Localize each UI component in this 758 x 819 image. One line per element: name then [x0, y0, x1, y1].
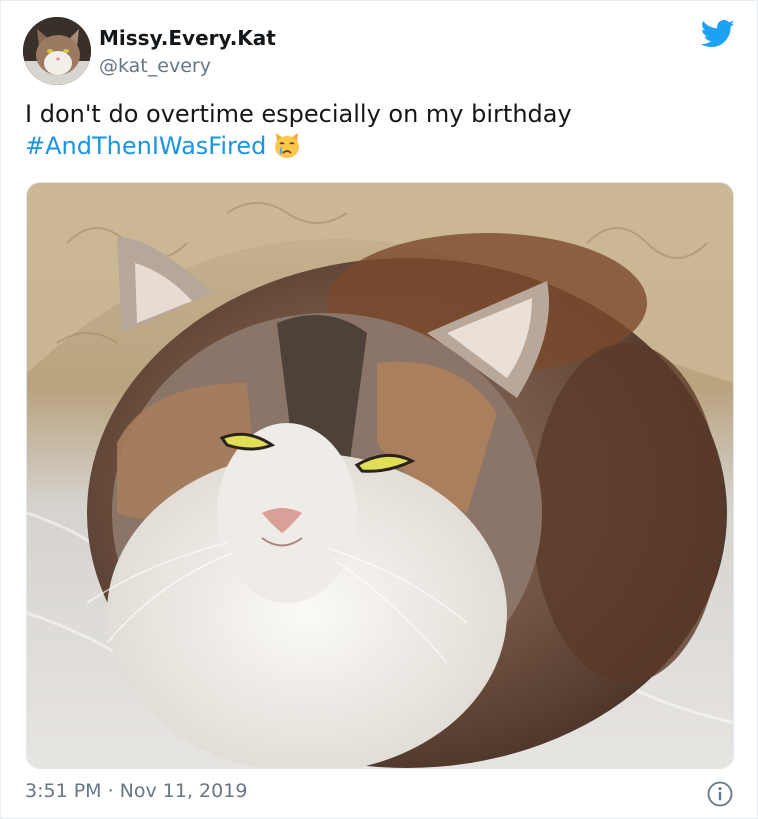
- user-display-name[interactable]: Missy.Every.Kat: [99, 26, 276, 50]
- twitter-bird-icon[interactable]: [701, 19, 735, 49]
- tweet-timestamp[interactable]: 3:51 PM · Nov 11, 2019: [25, 780, 247, 802]
- cat-avatar-icon: [23, 17, 91, 85]
- tweet-text-line: I don't do overtime especially on my bir…: [25, 100, 572, 128]
- avatar[interactable]: [23, 17, 91, 85]
- tweet-text: I don't do overtime especially on my bir…: [25, 98, 725, 168]
- crying-cat-face-icon: [272, 130, 302, 168]
- info-icon[interactable]: [707, 781, 733, 807]
- tweet-photo[interactable]: [26, 182, 734, 769]
- hashtag-link[interactable]: #AndThenIWasFired: [25, 132, 266, 160]
- user-handle[interactable]: @kat_every: [99, 55, 211, 77]
- calico-cat-photo-icon: [27, 183, 733, 768]
- tweet-header: Missy.Every.Kat @kat_every: [23, 17, 737, 87]
- tweet-card: Missy.Every.Kat @kat_every I don't do ov…: [0, 0, 758, 819]
